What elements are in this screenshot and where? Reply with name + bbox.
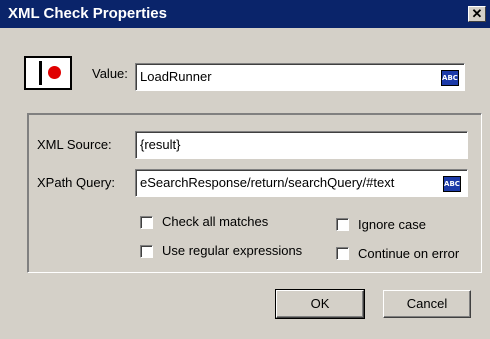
close-icon: ✕	[471, 6, 483, 21]
xpath-query-label: XPath Query:	[37, 175, 116, 190]
xml-source-field[interactable]: {result}	[135, 131, 468, 159]
check-all-matches-checkbox[interactable]	[140, 216, 153, 229]
xml-source-label: XML Source:	[37, 137, 112, 152]
window-title: XML Check Properties	[8, 5, 167, 22]
close-button[interactable]: ✕	[468, 6, 486, 22]
use-regular-expressions-checkbox[interactable]	[140, 245, 153, 258]
value-abc-button[interactable]: ABC	[441, 70, 459, 86]
ignore-case-checkbox[interactable]	[336, 218, 349, 231]
value-field-text: LoadRunner	[140, 69, 212, 84]
record-icon-bar	[39, 61, 42, 85]
xml-source-field-text: {result}	[140, 137, 181, 152]
ok-button[interactable]: OK	[275, 289, 365, 319]
use-regular-expressions-label[interactable]: Use regular expressions	[162, 243, 302, 258]
continue-on-error-label[interactable]: Continue on error	[358, 246, 459, 261]
value-label: Value:	[92, 66, 128, 81]
xpath-query-field-text: eSearchResponse/return/searchQuery/#text	[140, 175, 395, 190]
record-icon	[24, 56, 72, 90]
xpath-query-field[interactable]: eSearchResponse/return/searchQuery/#text	[135, 169, 468, 197]
check-all-matches-label[interactable]: Check all matches	[162, 214, 268, 229]
record-icon-dot	[48, 66, 61, 79]
xpath-abc-button[interactable]: ABC	[443, 176, 461, 192]
xml-check-properties-dialog: XML Check Properties ✕ Value: LoadRunner…	[0, 0, 490, 339]
value-field[interactable]: LoadRunner	[135, 63, 465, 91]
ignore-case-label[interactable]: Ignore case	[358, 217, 426, 232]
title-bar[interactable]: XML Check Properties ✕	[0, 0, 490, 28]
ok-button-label: OK	[310, 296, 330, 311]
cancel-button[interactable]: Cancel	[383, 290, 471, 318]
continue-on-error-checkbox[interactable]	[336, 247, 349, 260]
cancel-button-label: Cancel	[406, 296, 448, 311]
